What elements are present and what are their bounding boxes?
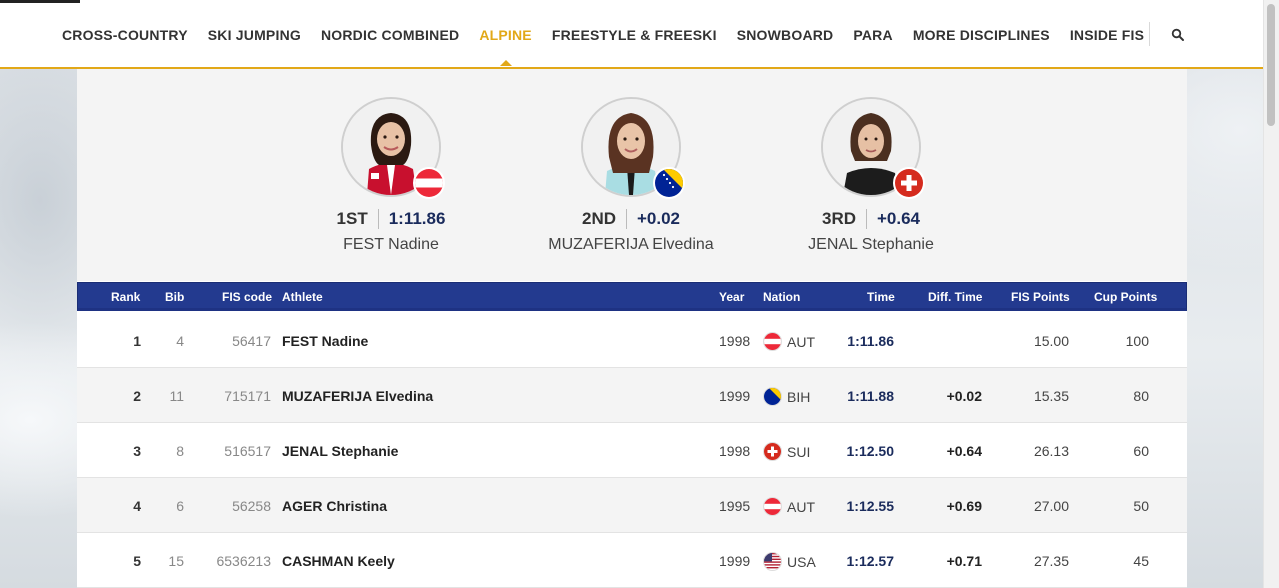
nav-item-freestyle-freeski[interactable]: FREESTYLE & FREESKI — [552, 27, 717, 43]
cell-diff-time: +0.71 — [946, 553, 982, 569]
column-header-bib: Bib — [165, 290, 185, 304]
podium-athlete-name: JENAL Stephanie — [808, 236, 934, 253]
nav-item-alpine[interactable]: ALPINE — [479, 27, 532, 66]
results-panel: 1ST 1:11.86 FEST Nadine 2ND +0.02 MUZAFE… — [77, 69, 1187, 588]
podium-time: 1:11.86 — [388, 209, 446, 228]
avatar — [581, 97, 685, 199]
cell-fis-points: 27.00 — [1033, 498, 1069, 514]
top-navigation: CROSS-COUNTRY SKI JUMPING NORDIC COMBINED A… — [0, 0, 1264, 69]
cell-year: 1995 — [719, 498, 751, 514]
cell-fis-points: 15.35 — [1033, 388, 1069, 404]
cell-time: 1:12.57 — [846, 553, 894, 569]
scrollbar-thumb[interactable] — [1267, 4, 1275, 126]
flag-bih-icon — [763, 387, 782, 406]
table-row[interactable]: 5 15 6536213 CASHMAN Keely 1999 USA 1:12.57 +0.… — [77, 533, 1187, 588]
cell-athlete-name[interactable]: CASHMAN Keely — [282, 553, 395, 569]
cell-rank: 4 — [133, 498, 141, 514]
flag-aut-icon — [763, 497, 782, 516]
cell-cup-points: 45 — [1133, 553, 1149, 569]
avatar — [821, 97, 925, 199]
flag-bih-icon — [653, 167, 685, 199]
scrollbar[interactable] — [1263, 0, 1279, 588]
flag-aut-icon — [413, 167, 445, 199]
podium-place: 2ND — [581, 209, 616, 228]
flag-sui-icon — [763, 442, 782, 461]
column-header-fis-points: FIS Points — [1011, 290, 1070, 304]
table-row[interactable]: 2 11 715171 MUZAFERIJA Elvedina 1999 BIH 1:11.… — [77, 368, 1187, 423]
podium-time: +0.64 — [877, 209, 921, 228]
flag-aut-icon — [763, 332, 782, 351]
cell-fis-code: 715171 — [224, 388, 271, 404]
flag-usa-icon — [763, 552, 782, 571]
cell-fis-points: 15.00 — [1033, 333, 1069, 349]
avatar — [341, 97, 445, 199]
podium-result: 2ND +0.02 — [511, 209, 751, 229]
podium-athlete-name: MUZAFERIJA Elvedina — [548, 236, 714, 253]
cell-cup-points: 50 — [1133, 498, 1149, 514]
cell-rank: 2 — [133, 388, 141, 404]
column-header-nation: Nation — [763, 290, 801, 304]
cell-athlete-name[interactable]: JENAL Stephanie — [282, 443, 398, 459]
cell-year: 1999 — [719, 553, 751, 569]
table-row[interactable]: 3 8 516517 JENAL Stephanie 1998 SUI 1:12.50 +0.… — [77, 423, 1187, 478]
top-accent-line — [0, 0, 80, 3]
column-header-time: Time — [867, 290, 895, 304]
podium-athlete-name: FEST Nadine — [343, 236, 439, 253]
cell-rank: 1 — [133, 333, 141, 349]
nav-item-para[interactable]: PARA — [853, 27, 892, 43]
column-header-diff-time: Diff. Time — [928, 290, 983, 304]
cell-athlete-name[interactable]: FEST Nadine — [282, 333, 368, 349]
discipline-menu: CROSS-COUNTRY SKI JUMPING NORDIC COMBINED A… — [62, 27, 1164, 66]
cell-diff-time: +0.64 — [946, 443, 982, 459]
results-table-header: Rank Bib FIS code Athlete Year Nation Ti… — [77, 282, 1187, 311]
table-row[interactable]: 4 6 56258 AGER Christina 1995 AUT 1:12.55 +0.69… — [77, 478, 1187, 533]
column-header-fis-code: FIS code — [222, 290, 273, 304]
cell-rank: 3 — [133, 443, 141, 459]
podium-place: 3RD — [821, 209, 856, 228]
cell-athlete-name[interactable]: AGER Christina — [282, 498, 387, 514]
nav-item-cross-country[interactable]: CROSS-COUNTRY — [62, 27, 188, 43]
podium-time: +0.02 — [637, 209, 681, 228]
cell-cup-points: 80 — [1133, 388, 1149, 404]
search-icon[interactable] — [1171, 28, 1185, 42]
cell-year: 1998 — [719, 333, 751, 349]
cell-cup-points: 60 — [1133, 443, 1149, 459]
cell-rank: 5 — [133, 553, 141, 569]
nav-item-snowboard[interactable]: SNOWBOARD — [737, 27, 834, 43]
cell-year: 1999 — [719, 388, 751, 404]
cell-fis-code: 56258 — [232, 498, 271, 514]
podium-first[interactable]: 1ST 1:11.86 FEST Nadine — [271, 97, 511, 254]
podium: 1ST 1:11.86 FEST Nadine 2ND +0.02 MUZAFE… — [77, 69, 1187, 281]
column-header-athlete: Athlete — [282, 290, 323, 304]
nav-item-nordic-combined[interactable]: NORDIC COMBINED — [321, 27, 459, 43]
cell-time: 1:11.88 — [847, 388, 894, 404]
cell-fis-code: 56417 — [232, 333, 271, 349]
cell-fis-code: 6536213 — [216, 553, 271, 569]
podium-place: 1ST — [336, 209, 368, 228]
flag-sui-icon — [893, 167, 925, 199]
cell-diff-time: +0.69 — [946, 498, 982, 514]
podium-result: 1ST 1:11.86 — [271, 209, 511, 229]
cell-time: 1:12.50 — [846, 443, 894, 459]
cell-fis-code: 516517 — [224, 443, 271, 459]
cell-time: 1:11.86 — [847, 333, 894, 349]
cell-time: 1:12.55 — [846, 498, 894, 514]
podium-result: 3RD +0.64 — [751, 209, 991, 229]
cell-athlete-name[interactable]: MUZAFERIJA Elvedina — [282, 388, 433, 404]
table-row[interactable]: 1 4 56417 FEST Nadine 1998 AUT 1:11.86 15.00 100 — [77, 313, 1187, 368]
cell-diff-time: +0.02 — [946, 388, 982, 404]
nav-item-more-disciplines[interactable]: MORE DISCIPLINES — [913, 27, 1050, 43]
cell-fis-points: 26.13 — [1033, 443, 1069, 459]
cell-fis-points: 27.35 — [1033, 553, 1069, 569]
cell-cup-points: 100 — [1125, 333, 1149, 349]
podium-second[interactable]: 2ND +0.02 MUZAFERIJA Elvedina — [511, 97, 751, 254]
podium-third[interactable]: 3RD +0.64 JENAL Stephanie — [751, 97, 991, 254]
column-header-cup-points: Cup Points — [1094, 290, 1158, 304]
nav-item-ski-jumping[interactable]: SKI JUMPING — [208, 27, 301, 43]
column-header-rank: Rank — [111, 290, 141, 304]
column-header-year: Year — [719, 290, 745, 304]
nav-divider — [1149, 22, 1150, 46]
nav-item-inside-fis[interactable]: INSIDE FIS — [1070, 27, 1144, 43]
cell-year: 1998 — [719, 443, 751, 459]
